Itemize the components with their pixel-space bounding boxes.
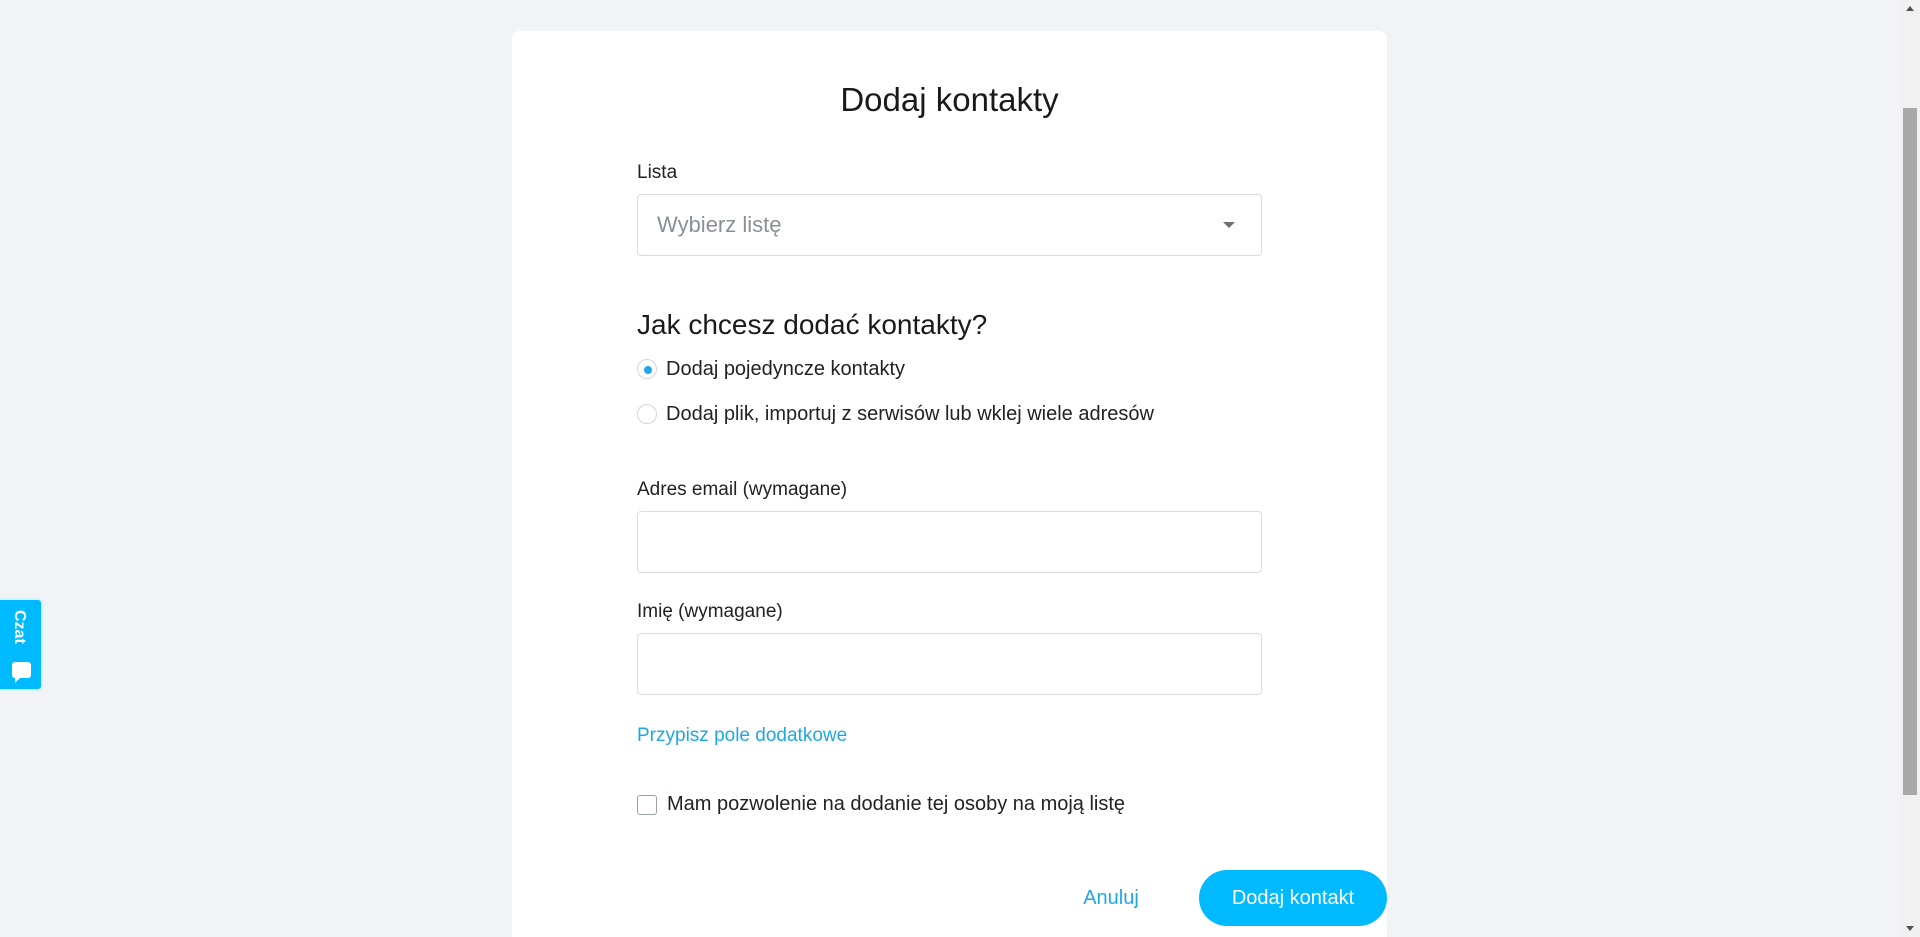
caret-down-icon xyxy=(1223,222,1235,228)
chat-tab[interactable]: Czat xyxy=(0,598,43,691)
page-title: Dodaj kontakty xyxy=(840,81,1059,118)
consent-row[interactable]: Mam pozwolenie na dodanie tej osoby na m… xyxy=(637,793,1125,816)
assign-custom-field-link[interactable]: Przypisz pole dodatkowe xyxy=(637,725,847,747)
name-field[interactable] xyxy=(637,633,1262,695)
add-contacts-card: Dodaj kontakty Lista Wybierz listę Jak c… xyxy=(512,31,1387,937)
radio-single-contacts-label: Dodaj pojedyncze kontakty xyxy=(666,357,906,380)
email-field[interactable] xyxy=(637,511,1262,573)
list-label: Lista xyxy=(637,162,678,183)
radio-button[interactable] xyxy=(637,404,657,424)
radio-import-file[interactable]: Dodaj plik, importuj z serwisów lub wkle… xyxy=(637,400,1154,428)
radio-import-file-label: Dodaj plik, importuj z serwisów lub wkle… xyxy=(666,402,1154,425)
consent-checkbox[interactable] xyxy=(637,794,657,815)
scrollbar-thumb[interactable] xyxy=(1903,108,1917,795)
method-heading: Jak chcesz dodać kontakty? xyxy=(637,309,988,340)
cancel-button[interactable]: Anuluj xyxy=(1075,870,1147,926)
vertical-scrollbar[interactable] xyxy=(1900,0,1920,937)
email-label: Adres email (wymagane) xyxy=(637,479,848,500)
name-label: Imię (wymagane) xyxy=(637,601,783,622)
consent-label: Mam pozwolenie na dodanie tej osoby na m… xyxy=(667,793,1126,815)
radio-button-checked[interactable] xyxy=(637,359,657,379)
chat-bubble-icon xyxy=(12,662,31,683)
add-contact-button[interactable]: Dodaj kontakt xyxy=(1199,870,1387,926)
list-select-placeholder: Wybierz listę xyxy=(657,212,782,237)
chat-label: Czat xyxy=(11,610,28,644)
page: Dodaj kontakty Lista Wybierz listę Jak c… xyxy=(0,0,1920,937)
scroll-down-arrow-icon[interactable] xyxy=(1906,926,1914,931)
scroll-up-arrow-icon[interactable] xyxy=(1906,6,1914,11)
radio-single-contacts[interactable]: Dodaj pojedyncze kontakty xyxy=(637,355,905,383)
list-select[interactable]: Wybierz listę xyxy=(637,194,1262,256)
